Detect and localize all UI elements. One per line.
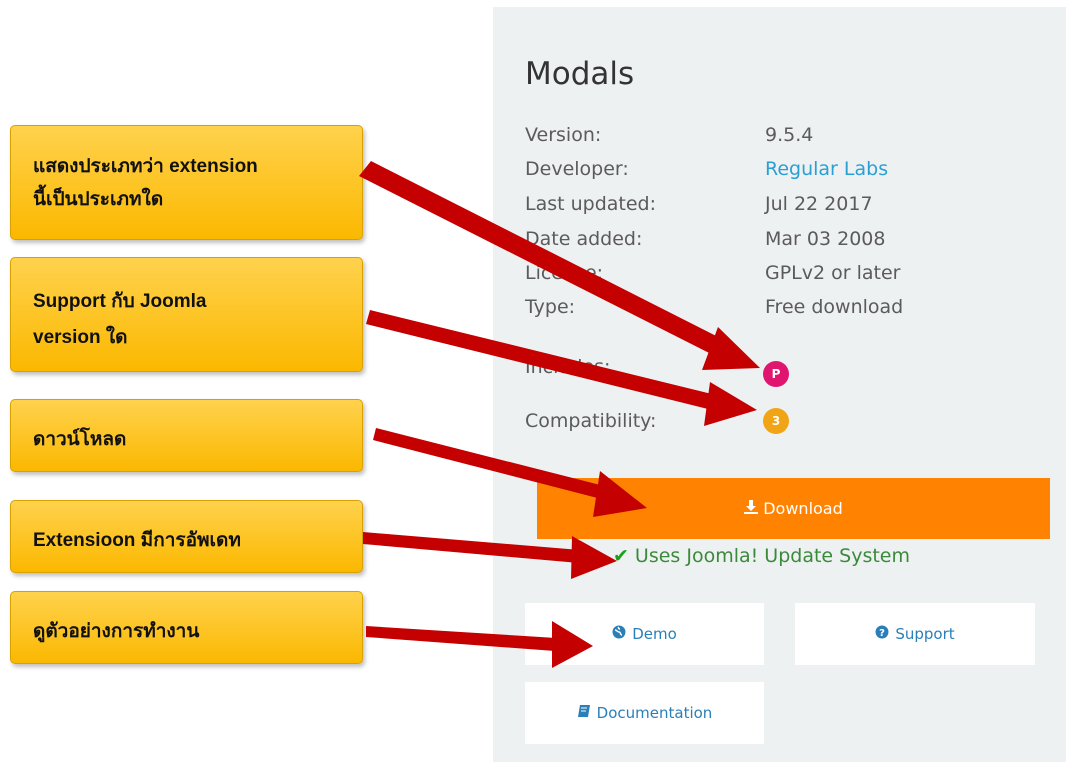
download-button[interactable]: Download bbox=[537, 478, 1050, 539]
callout-type: แสดงประเภทว่า extension นี้เป็นประเภทใด bbox=[10, 125, 363, 240]
license-value: GPLv2 or later bbox=[765, 262, 901, 284]
update-system-note: ✔ Uses Joomla! Update System bbox=[613, 545, 910, 567]
support-label: Support bbox=[895, 625, 955, 643]
callout-update-text: Extensioon มีการอัพเดท bbox=[33, 530, 241, 551]
documentation-button[interactable]: Documentation bbox=[525, 682, 764, 744]
version-label: Version: bbox=[525, 124, 602, 146]
callout-support-line2: version ใด bbox=[33, 327, 128, 348]
book-icon bbox=[577, 704, 591, 722]
last-updated-label: Last updated: bbox=[525, 193, 657, 215]
type-label: Type: bbox=[525, 296, 576, 318]
update-system-text: Uses Joomla! Update System bbox=[634, 545, 910, 567]
question-circle-icon: ? bbox=[875, 625, 889, 643]
callout-demo-text: ดูตัวอย่างการทำงาน bbox=[33, 621, 200, 642]
globe-icon bbox=[612, 625, 626, 643]
extension-title: Modals bbox=[525, 56, 635, 92]
last-updated-value: Jul 22 2017 bbox=[765, 193, 873, 215]
demo-label: Demo bbox=[632, 625, 677, 643]
license-label: License: bbox=[525, 262, 604, 284]
compatibility-label: Compatibility: bbox=[525, 410, 657, 432]
includes-plugin-badge: P bbox=[763, 361, 789, 387]
version-value: 9.5.4 bbox=[765, 124, 814, 146]
developer-label: Developer: bbox=[525, 158, 629, 180]
compatibility-badge: 3 bbox=[763, 408, 789, 434]
callout-download: ดาวน์โหลด bbox=[10, 399, 363, 472]
documentation-label: Documentation bbox=[596, 704, 713, 722]
includes-label: Includes: bbox=[525, 356, 611, 378]
date-added-label: Date added: bbox=[525, 228, 643, 250]
date-added-value: Mar 03 2008 bbox=[765, 228, 886, 250]
check-icon: ✔ bbox=[613, 545, 629, 567]
type-value: Free download bbox=[765, 296, 904, 318]
callout-download-text: ดาวน์โหลด bbox=[33, 429, 127, 450]
callout-update: Extensioon มีการอัพเดท bbox=[10, 500, 363, 573]
developer-link[interactable]: Regular Labs bbox=[765, 158, 888, 180]
download-label: Download bbox=[763, 499, 843, 518]
support-button[interactable]: ? Support bbox=[795, 603, 1035, 665]
svg-text:?: ? bbox=[879, 628, 885, 639]
download-icon bbox=[744, 499, 759, 518]
callout-type-line1: แสดงประเภทว่า extension bbox=[33, 156, 258, 177]
callout-type-line2: นี้เป็นประเภทใด bbox=[33, 189, 164, 210]
callout-demo: ดูตัวอย่างการทำงาน bbox=[10, 591, 363, 664]
callout-support-version: Support กับ Joomla version ใด bbox=[10, 257, 363, 372]
demo-button[interactable]: Demo bbox=[525, 603, 764, 665]
callout-support-line1: Support กับ Joomla bbox=[33, 291, 207, 312]
